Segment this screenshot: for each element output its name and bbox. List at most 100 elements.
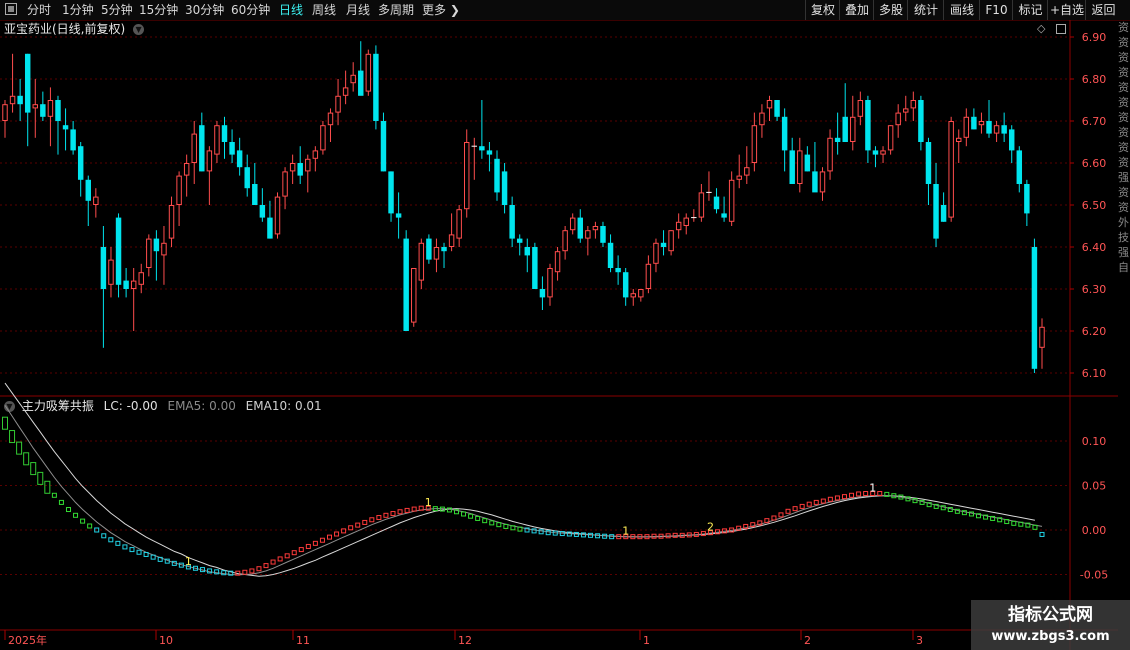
candle-body [645, 263, 652, 290]
period-tab[interactable]: 15分钟 [139, 0, 178, 20]
candle [153, 230, 160, 281]
tool-button[interactable]: 画线 [943, 0, 980, 20]
candle-body [819, 171, 826, 193]
candle-body [464, 142, 470, 210]
candle-body [433, 247, 440, 260]
candle-body [653, 242, 659, 264]
candle [320, 121, 326, 155]
candle-body [448, 234, 455, 247]
oscillator-bar [51, 492, 57, 498]
candle-body [585, 230, 591, 239]
candle [698, 184, 705, 222]
candle [501, 163, 508, 214]
candle [274, 192, 281, 239]
tool-button[interactable]: 统计 [907, 0, 944, 20]
candle-body [479, 146, 485, 151]
price-tick-label: 6.60 [1082, 157, 1107, 170]
candle [282, 167, 288, 210]
candle-body [516, 238, 523, 243]
candle [108, 247, 114, 298]
tool-button[interactable]: 返回 [1085, 0, 1121, 20]
oscillator-bar [30, 462, 37, 476]
oscillator-bar [87, 523, 93, 529]
tool-button[interactable]: 叠加 [839, 0, 874, 20]
candle [350, 62, 356, 92]
candle [713, 188, 720, 214]
tool-button[interactable]: 复权 [805, 0, 840, 20]
candle-body [539, 289, 546, 298]
candle-body [146, 238, 152, 269]
candlesticks [2, 41, 1045, 373]
period-tab[interactable]: 30分钟 [185, 0, 224, 20]
candle [569, 213, 576, 235]
candle [600, 221, 606, 247]
candle-body [728, 179, 735, 222]
indicator-tick-label: 0.05 [1082, 480, 1107, 493]
candle [1016, 146, 1023, 193]
oscillator-bar [44, 480, 51, 494]
candle [675, 213, 682, 239]
candle [123, 268, 129, 298]
date-tick-label: 11 [296, 634, 310, 647]
oscillator-bar [249, 568, 255, 574]
tool-button[interactable]: F10 [979, 0, 1013, 20]
tool-button[interactable]: 多股 [873, 0, 908, 20]
period-tab[interactable]: 日线 [279, 0, 303, 20]
period-tab[interactable]: 5分钟 [101, 0, 133, 20]
period-tab[interactable]: 周线 [312, 0, 336, 20]
watermark-title: 指标公式网 [1008, 605, 1093, 625]
candle [925, 137, 932, 205]
price-tick-label: 6.70 [1082, 115, 1107, 128]
candle [191, 121, 197, 184]
candle [592, 221, 599, 239]
candle-body [297, 163, 303, 176]
candle-body [138, 272, 144, 285]
period-tab[interactable]: 更多 ❯ [422, 0, 460, 20]
oscillator-bar [1011, 520, 1017, 526]
candle-body [1001, 125, 1007, 134]
oscillator-bar [129, 547, 135, 553]
period-tab[interactable]: 多周期 [378, 0, 414, 20]
candle-body [865, 100, 871, 151]
candle [85, 175, 91, 226]
candle [986, 100, 992, 138]
oscillator-bar [65, 507, 71, 513]
period-tab[interactable]: 分时 [27, 0, 51, 20]
oscillator-bar [101, 533, 107, 539]
period-tab[interactable]: 月线 [346, 0, 370, 20]
oscillator-bar [376, 515, 382, 521]
candle-body [456, 209, 462, 239]
candle [956, 129, 962, 163]
tool-button[interactable]: 标记 [1012, 0, 1048, 20]
candle-body [509, 205, 515, 239]
candle-body [963, 116, 970, 138]
oscillator-bar [37, 471, 44, 485]
period-tab[interactable]: 1分钟 [62, 0, 94, 20]
candle [547, 263, 553, 306]
candle [297, 146, 303, 184]
candle-body [206, 150, 213, 172]
price-chart[interactable]: 111 21 6.906.806.706.606.506.406.306.206.… [0, 20, 1118, 650]
oscillator-bar [2, 416, 8, 430]
right-side-panel-strip[interactable]: 资资资资资资资资资资强资资外技强自 [1118, 20, 1130, 630]
candle [380, 112, 387, 172]
candle [812, 142, 818, 193]
candle-body [918, 100, 924, 142]
candle-body [153, 238, 160, 252]
candle-body [199, 125, 205, 172]
candle [577, 209, 583, 243]
oscillator-bar [242, 569, 248, 575]
candle [819, 167, 826, 201]
indicator-plot: 1 1 1 2 1 [2, 382, 1045, 577]
window-menu-icon[interactable] [5, 3, 17, 15]
candle-body [630, 293, 636, 298]
candle [55, 95, 61, 155]
candle [993, 121, 1000, 142]
oscillator-bar [841, 494, 847, 500]
oscillator-bar [327, 534, 333, 540]
period-tab[interactable]: 60分钟 [231, 0, 270, 20]
candle-body [411, 268, 417, 323]
candle [539, 276, 546, 310]
tool-button[interactable]: +自选 [1047, 0, 1086, 20]
candle [448, 213, 455, 252]
